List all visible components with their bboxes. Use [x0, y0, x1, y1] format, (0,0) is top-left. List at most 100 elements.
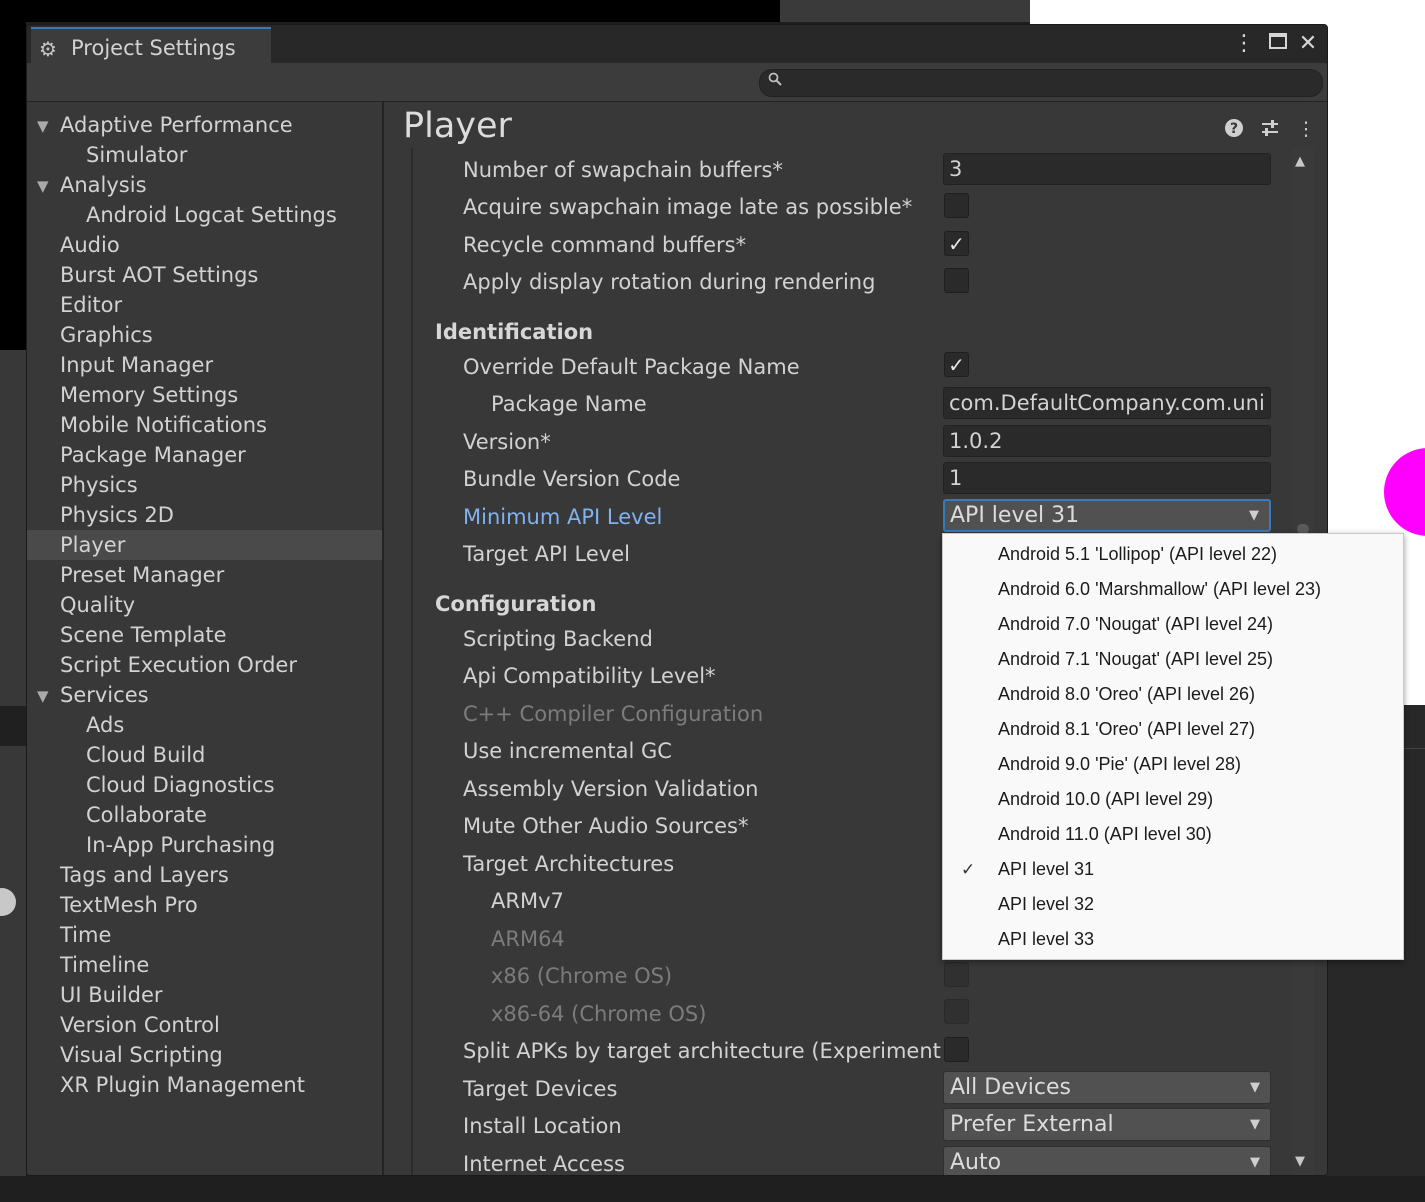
install-location-dropdown[interactable]: Prefer External ▼ — [943, 1108, 1271, 1141]
sidebar-item-graphics[interactable]: Graphics — [60, 320, 153, 350]
split-apks-checkbox[interactable] — [944, 1037, 969, 1062]
sidebar-item-package-manager[interactable]: Package Manager — [60, 440, 246, 470]
sidebar-item-visual-scripting[interactable]: Visual Scripting — [60, 1040, 223, 1070]
x86-chrome-os-checkbox[interactable] — [944, 962, 969, 987]
background-toolbar-band — [0, 706, 26, 746]
sidebar-item-cloud-diagnostics[interactable]: Cloud Diagnostics — [86, 770, 275, 800]
menu-item-api-27[interactable]: Android 8.1 'Oreo' (API level 27) — [943, 712, 1403, 747]
internet-access-dropdown[interactable]: Auto ▼ — [943, 1146, 1271, 1175]
sidebar-item-xr-plugin-management[interactable]: XR Plugin Management — [60, 1070, 305, 1100]
bundle-version-code-label: Bundle Version Code — [463, 467, 681, 491]
sidebar-item-quality[interactable]: Quality — [60, 590, 135, 620]
sidebar-item-input-manager[interactable]: Input Manager — [60, 350, 213, 380]
sidebar-item-preset-manager[interactable]: Preset Manager — [60, 560, 224, 590]
svg-text:?: ? — [1230, 121, 1238, 137]
close-icon[interactable]: ✕ — [1295, 31, 1321, 57]
sidebar-item-services[interactable]: Services — [60, 680, 149, 710]
display-rotation-checkbox[interactable] — [944, 268, 969, 293]
scroll-down-icon[interactable]: ▼ — [1295, 1154, 1305, 1169]
sidebar-item-memory-settings[interactable]: Memory Settings — [60, 380, 238, 410]
target-devices-dropdown[interactable]: All Devices ▼ — [943, 1071, 1271, 1104]
bundle-version-code-field[interactable]: 1 — [943, 462, 1271, 494]
sidebar-item-scene-template[interactable]: Scene Template — [60, 620, 227, 650]
sidebar-item-script-execution-order[interactable]: Script Execution Order — [60, 650, 297, 680]
split-apks-label: Split APKs by target architecture (Exper… — [463, 1039, 941, 1063]
x86-64-chrome-os-checkbox[interactable] — [944, 999, 969, 1024]
assembly-version-validation-label: Assembly Version Validation — [463, 777, 759, 801]
maximize-icon[interactable] — [1265, 31, 1291, 57]
background-editor-bottom — [0, 1176, 1425, 1202]
api-compatibility-level-label: Api Compatibility Level* — [463, 664, 716, 688]
target-api-level-label: Target API Level — [463, 542, 630, 566]
presets-icon[interactable] — [1259, 118, 1281, 143]
api-level-popup-menu: Android 5.1 'Lollipop' (API level 22) An… — [942, 533, 1404, 960]
sidebar-item-analysis[interactable]: Analysis — [60, 170, 147, 200]
sidebar-item-player[interactable]: Player — [27, 530, 382, 560]
sidebar-item-time[interactable]: Time — [60, 920, 111, 950]
sidebar-item-version-control[interactable]: Version Control — [60, 1010, 220, 1040]
sidebar-item-adaptive-performance[interactable]: Adaptive Performance — [60, 110, 293, 140]
incremental-gc-label: Use incremental GC — [463, 739, 672, 763]
sidebar-item-timeline[interactable]: Timeline — [60, 950, 149, 980]
sidebar-item-textmesh-pro[interactable]: TextMesh Pro — [60, 890, 198, 920]
acquire-swapchain-late-checkbox[interactable] — [944, 193, 969, 218]
menu-item-api-22[interactable]: Android 5.1 'Lollipop' (API level 22) — [943, 537, 1403, 572]
background-editor-left — [0, 0, 26, 350]
sidebar-item-ui-builder[interactable]: UI Builder — [60, 980, 163, 1010]
gear-icon: ⚙ — [39, 37, 57, 61]
fold-arrow-icon[interactable]: ▼ — [37, 177, 49, 195]
override-package-name-label: Override Default Package Name — [463, 355, 800, 379]
swapchain-buffers-field[interactable]: 3 — [943, 153, 1271, 185]
target-devices-value: All Devices — [950, 1075, 1071, 1100]
sidebar-item-audio[interactable]: Audio — [60, 230, 120, 260]
fold-arrow-icon[interactable]: ▼ — [37, 687, 49, 705]
fold-arrow-icon[interactable]: ▼ — [37, 117, 49, 135]
scroll-up-icon[interactable]: ▲ — [1295, 154, 1305, 169]
minimum-api-level-dropdown[interactable]: API level 31 ▼ — [943, 499, 1271, 532]
sidebar-item-ads[interactable]: Ads — [86, 710, 124, 740]
sidebar-item-physics[interactable]: Physics — [60, 470, 138, 500]
sidebar-item-physics-2d[interactable]: Physics 2D — [60, 500, 174, 530]
x86-chrome-os-label: x86 (Chrome OS) — [491, 964, 673, 988]
override-package-name-checkbox[interactable]: ✓ — [944, 352, 969, 377]
acquire-swapchain-late-label: Acquire swapchain image late as possible… — [463, 195, 913, 219]
window-title: Project Settings — [71, 36, 236, 60]
sidebar-item-android-logcat-settings[interactable]: Android Logcat Settings — [86, 200, 337, 230]
search-bar — [27, 63, 1327, 102]
sidebar-item-collaborate[interactable]: Collaborate — [86, 800, 207, 830]
sidebar-item-cloud-build[interactable]: Cloud Build — [86, 740, 205, 770]
menu-item-api-32[interactable]: API level 32 — [943, 887, 1403, 922]
swapchain-buffers-label: Number of swapchain buffers* — [463, 158, 783, 182]
internet-access-label: Internet Access — [463, 1152, 625, 1176]
version-field[interactable]: 1.0.2 — [943, 425, 1271, 457]
menu-item-api-31[interactable]: ✓ API level 31 — [943, 852, 1403, 887]
sidebar-item-in-app-purchasing[interactable]: In-App Purchasing — [86, 830, 275, 860]
help-icon[interactable]: ? — [1223, 118, 1245, 143]
sidebar-item-tags-and-layers[interactable]: Tags and Layers — [60, 860, 229, 890]
menu-item-api-24[interactable]: Android 7.0 'Nougat' (API level 24) — [943, 607, 1403, 642]
kebab-menu-icon[interactable]: ⋮ — [1231, 31, 1257, 57]
menu-item-api-29[interactable]: Android 10.0 (API level 29) — [943, 782, 1403, 817]
sidebar-item-mobile-notifications[interactable]: Mobile Notifications — [60, 410, 267, 440]
search-input[interactable] — [788, 72, 1312, 94]
arm64-label: ARM64 — [491, 927, 565, 951]
menu-item-api-26[interactable]: Android 8.0 'Oreo' (API level 26) — [943, 677, 1403, 712]
kebab-menu-icon[interactable]: ⋮ — [1295, 118, 1317, 140]
menu-item-api-33[interactable]: API level 33 — [943, 922, 1403, 957]
sidebar-item-simulator[interactable]: Simulator — [86, 140, 187, 170]
check-icon: ✓ — [961, 860, 976, 879]
sidebar-item-burst-aot-settings[interactable]: Burst AOT Settings — [60, 260, 258, 290]
menu-item-api-28[interactable]: Android 9.0 'Pie' (API level 28) — [943, 747, 1403, 782]
recycle-command-buffers-checkbox[interactable]: ✓ — [944, 231, 969, 256]
title-bar: ⚙ Project Settings ⋮ ✕ — [27, 25, 1327, 63]
menu-item-api-30[interactable]: Android 11.0 (API level 30) — [943, 817, 1403, 852]
scripting-backend-label: Scripting Backend — [463, 627, 653, 651]
menu-item-api-25[interactable]: Android 7.1 'Nougat' (API level 25) — [943, 642, 1403, 677]
search-field[interactable] — [759, 69, 1323, 97]
menu-item-api-23[interactable]: Android 6.0 'Marshmallow' (API level 23) — [943, 572, 1403, 607]
window-tab[interactable]: ⚙ Project Settings — [31, 27, 271, 63]
version-label: Version* — [463, 430, 551, 454]
sidebar-item-editor[interactable]: Editor — [60, 290, 122, 320]
package-name-field[interactable]: com.DefaultCompany.com.uni — [943, 387, 1271, 419]
target-architectures-label: Target Architectures — [463, 852, 675, 876]
